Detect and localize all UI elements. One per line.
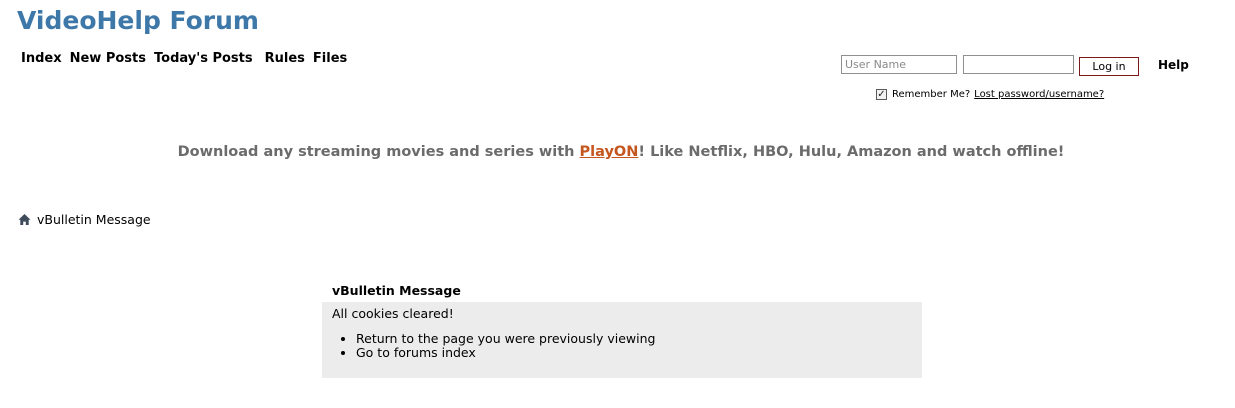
nav-index[interactable]: Index xyxy=(21,51,62,66)
nav-files[interactable]: Files xyxy=(313,51,347,66)
message-text: All cookies cleared! xyxy=(332,306,454,321)
message-title: vBulletin Message xyxy=(332,283,461,298)
promo-text-after: ! Like Netflix, HBO, Hulu, Amazon and wa… xyxy=(638,144,1065,160)
main-nav: Index New Posts Today's Posts Rules File… xyxy=(21,51,347,66)
list-item: Go to forums index xyxy=(356,346,655,360)
message-box: All cookies cleared! Return to the page … xyxy=(322,302,922,378)
remember-me-row: ✓ Remember Me? Lost password/username? xyxy=(876,89,1104,100)
list-item: Return to the page you were previously v… xyxy=(356,332,655,346)
help-link[interactable]: Help xyxy=(1158,58,1189,72)
password-input[interactable] xyxy=(963,55,1074,74)
login-button[interactable]: Log in xyxy=(1079,57,1139,76)
nav-new-posts[interactable]: New Posts xyxy=(70,51,146,66)
remember-me-label: Remember Me? xyxy=(892,89,971,100)
home-icon[interactable] xyxy=(18,213,31,226)
playon-link[interactable]: PlayON xyxy=(580,144,639,160)
nav-todays-posts[interactable]: Today's Posts xyxy=(154,51,253,66)
promo-text-before: Download any streaming movies and series… xyxy=(177,144,580,160)
page: VideoHelp Forum Index New Posts Today's … xyxy=(0,0,1235,408)
lost-password-link[interactable]: Lost password/username? xyxy=(974,89,1104,100)
message-links: Return to the page you were previously v… xyxy=(342,332,655,360)
forums-index-link[interactable]: Go to forums index xyxy=(356,345,476,360)
nav-rules[interactable]: Rules xyxy=(265,51,305,66)
promo-banner: Download any streaming movies and series… xyxy=(0,144,1235,160)
breadcrumb: vBulletin Message xyxy=(18,212,151,227)
username-input[interactable] xyxy=(841,55,957,74)
return-to-page-link[interactable]: Return to the page you were previously v… xyxy=(356,331,655,346)
remember-me-checkbox[interactable]: ✓ xyxy=(876,89,887,100)
breadcrumb-label: vBulletin Message xyxy=(37,212,151,227)
site-title[interactable]: VideoHelp Forum xyxy=(17,6,259,35)
